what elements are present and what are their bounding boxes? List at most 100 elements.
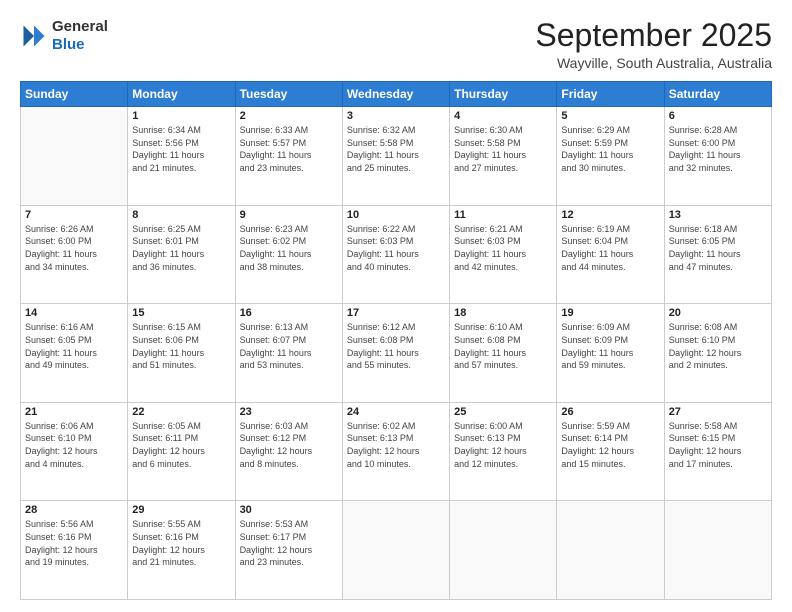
calendar-cell — [557, 501, 664, 600]
day-number: 30 — [240, 504, 338, 516]
day-number: 24 — [347, 406, 445, 418]
day-info: Sunrise: 6:32 AM Sunset: 5:58 PM Dayligh… — [347, 124, 445, 174]
day-number: 2 — [240, 110, 338, 122]
day-info: Sunrise: 6:13 AM Sunset: 6:07 PM Dayligh… — [240, 321, 338, 371]
day-info: Sunrise: 6:28 AM Sunset: 6:00 PM Dayligh… — [669, 124, 767, 174]
calendar-cell: 8 Sunrise: 6:25 AM Sunset: 6:01 PM Daylig… — [128, 205, 235, 304]
calendar-header-sunday: Sunday — [21, 82, 128, 107]
day-info: Sunrise: 5:53 AM Sunset: 6:17 PM Dayligh… — [240, 518, 338, 568]
calendar-week-2: 7 Sunrise: 6:26 AM Sunset: 6:00 PM Daylig… — [21, 205, 772, 304]
day-info: Sunrise: 6:18 AM Sunset: 6:05 PM Dayligh… — [669, 223, 767, 273]
day-info: Sunrise: 6:16 AM Sunset: 6:05 PM Dayligh… — [25, 321, 123, 371]
day-info: Sunrise: 5:58 AM Sunset: 6:15 PM Dayligh… — [669, 420, 767, 470]
day-number: 12 — [561, 209, 659, 221]
day-number: 13 — [669, 209, 767, 221]
day-info: Sunrise: 6:06 AM Sunset: 6:10 PM Dayligh… — [25, 420, 123, 470]
calendar-cell: 5 Sunrise: 6:29 AM Sunset: 5:59 PM Daylig… — [557, 107, 664, 206]
calendar-cell: 15Sunrise: 6:15 AM Sunset: 6:06 PM Dayli… — [128, 304, 235, 403]
calendar-cell: 9Sunrise: 6:23 AM Sunset: 6:02 PM Daylig… — [235, 205, 342, 304]
day-info: Sunrise: 6:25 AM Sunset: 6:01 PM Dayligh… — [132, 223, 230, 273]
day-number: 25 — [454, 406, 552, 418]
day-info: Sunrise: 5:55 AM Sunset: 6:16 PM Dayligh… — [132, 518, 230, 568]
calendar-header-monday: Monday — [128, 82, 235, 107]
calendar-week-4: 21 Sunrise: 6:06 AM Sunset: 6:10 PM Dayli… — [21, 402, 772, 501]
logo-icon — [20, 22, 48, 50]
page: General Blue September 2025 Wayville, So… — [0, 0, 792, 612]
day-info: Sunrise: 6:05 AM Sunset: 6:11 PM Dayligh… — [132, 420, 230, 470]
day-info: Sunrise: 6:09 AM Sunset: 6:09 PM Dayligh… — [561, 321, 659, 371]
day-number: 1 — [132, 110, 230, 122]
day-number: 26 — [561, 406, 659, 418]
calendar-cell — [21, 107, 128, 206]
calendar-table: SundayMondayTuesdayWednesdayThursdayFrid… — [20, 81, 772, 600]
calendar-cell — [450, 501, 557, 600]
calendar-cell: 16 Sunrise: 6:13 AM Sunset: 6:07 PM Dayli… — [235, 304, 342, 403]
day-number: 8 — [132, 209, 230, 221]
day-number: 27 — [669, 406, 767, 418]
calendar-cell: 2 Sunrise: 6:33 AM Sunset: 5:57 PM Daylig… — [235, 107, 342, 206]
day-number: 14 — [25, 307, 123, 319]
month-title: September 2025 — [535, 18, 772, 53]
day-info: Sunrise: 6:00 AM Sunset: 6:13 PM Dayligh… — [454, 420, 552, 470]
calendar-cell: 17 Sunrise: 6:12 AM Sunset: 6:08 PM Dayli… — [342, 304, 449, 403]
calendar-cell: 23 Sunrise: 6:03 AM Sunset: 6:12 PM Dayli… — [235, 402, 342, 501]
day-info: Sunrise: 6:23 AM Sunset: 6:02 PM Dayligh… — [240, 223, 338, 273]
calendar-header-thursday: Thursday — [450, 82, 557, 107]
day-number: 16 — [240, 307, 338, 319]
day-info: Sunrise: 6:33 AM Sunset: 5:57 PM Dayligh… — [240, 124, 338, 174]
header: General Blue September 2025 Wayville, So… — [20, 18, 772, 71]
calendar-cell: 13 Sunrise: 6:18 AM Sunset: 6:05 PM Dayli… — [664, 205, 771, 304]
calendar-cell — [342, 501, 449, 600]
day-number: 5 — [561, 110, 659, 122]
calendar-cell: 19Sunrise: 6:09 AM Sunset: 6:09 PM Dayli… — [557, 304, 664, 403]
logo-blue: Blue — [52, 36, 108, 54]
calendar-cell: 11 Sunrise: 6:21 AM Sunset: 6:03 PM Dayli… — [450, 205, 557, 304]
calendar-cell: 18Sunrise: 6:10 AM Sunset: 6:08 PM Dayli… — [450, 304, 557, 403]
day-info: Sunrise: 6:03 AM Sunset: 6:12 PM Dayligh… — [240, 420, 338, 470]
title-block: September 2025 Wayville, South Australia… — [535, 18, 772, 71]
logo: General Blue — [20, 18, 108, 54]
calendar-week-1: 1 Sunrise: 6:34 AM Sunset: 5:56 PM Daylig… — [21, 107, 772, 206]
calendar-cell: 27 Sunrise: 5:58 AM Sunset: 6:15 PM Dayli… — [664, 402, 771, 501]
day-number: 17 — [347, 307, 445, 319]
calendar-cell — [664, 501, 771, 600]
calendar-cell: 28Sunrise: 5:56 AM Sunset: 6:16 PM Dayli… — [21, 501, 128, 600]
day-info: Sunrise: 6:21 AM Sunset: 6:03 PM Dayligh… — [454, 223, 552, 273]
day-info: Sunrise: 5:56 AM Sunset: 6:16 PM Dayligh… — [25, 518, 123, 568]
calendar-cell: 22Sunrise: 6:05 AM Sunset: 6:11 PM Dayli… — [128, 402, 235, 501]
day-info: Sunrise: 6:10 AM Sunset: 6:08 PM Dayligh… — [454, 321, 552, 371]
calendar-week-3: 14 Sunrise: 6:16 AM Sunset: 6:05 PM Dayli… — [21, 304, 772, 403]
calendar-cell: 6 Sunrise: 6:28 AM Sunset: 6:00 PM Daylig… — [664, 107, 771, 206]
day-info: Sunrise: 6:12 AM Sunset: 6:08 PM Dayligh… — [347, 321, 445, 371]
location: Wayville, South Australia, Australia — [535, 55, 772, 71]
logo-text: General Blue — [52, 18, 108, 54]
calendar-cell: 21 Sunrise: 6:06 AM Sunset: 6:10 PM Dayli… — [21, 402, 128, 501]
day-number: 15 — [132, 307, 230, 319]
calendar-cell: 3 Sunrise: 6:32 AM Sunset: 5:58 PM Daylig… — [342, 107, 449, 206]
day-info: Sunrise: 6:26 AM Sunset: 6:00 PM Dayligh… — [25, 223, 123, 273]
day-number: 21 — [25, 406, 123, 418]
day-number: 7 — [25, 209, 123, 221]
day-number: 23 — [240, 406, 338, 418]
calendar-cell: 7 Sunrise: 6:26 AM Sunset: 6:00 PM Daylig… — [21, 205, 128, 304]
calendar-cell: 30 Sunrise: 5:53 AM Sunset: 6:17 PM Dayli… — [235, 501, 342, 600]
day-info: Sunrise: 6:34 AM Sunset: 5:56 PM Dayligh… — [132, 124, 230, 174]
calendar-cell: 10Sunrise: 6:22 AM Sunset: 6:03 PM Dayli… — [342, 205, 449, 304]
calendar-cell: 29Sunrise: 5:55 AM Sunset: 6:16 PM Dayli… — [128, 501, 235, 600]
day-number: 4 — [454, 110, 552, 122]
calendar-cell: 25 Sunrise: 6:00 AM Sunset: 6:13 PM Dayli… — [450, 402, 557, 501]
day-info: Sunrise: 6:08 AM Sunset: 6:10 PM Dayligh… — [669, 321, 767, 371]
calendar-cell: 26 Sunrise: 5:59 AM Sunset: 6:14 PM Dayli… — [557, 402, 664, 501]
calendar-week-5: 28Sunrise: 5:56 AM Sunset: 6:16 PM Dayli… — [21, 501, 772, 600]
calendar-header-row: SundayMondayTuesdayWednesdayThursdayFrid… — [21, 82, 772, 107]
day-number: 10 — [347, 209, 445, 221]
logo-general: General — [52, 18, 108, 36]
day-number: 3 — [347, 110, 445, 122]
day-info: Sunrise: 6:29 AM Sunset: 5:59 PM Dayligh… — [561, 124, 659, 174]
calendar-header-wednesday: Wednesday — [342, 82, 449, 107]
day-info: Sunrise: 5:59 AM Sunset: 6:14 PM Dayligh… — [561, 420, 659, 470]
calendar-header-friday: Friday — [557, 82, 664, 107]
day-number: 11 — [454, 209, 552, 221]
day-number: 6 — [669, 110, 767, 122]
calendar-cell: 1 Sunrise: 6:34 AM Sunset: 5:56 PM Daylig… — [128, 107, 235, 206]
